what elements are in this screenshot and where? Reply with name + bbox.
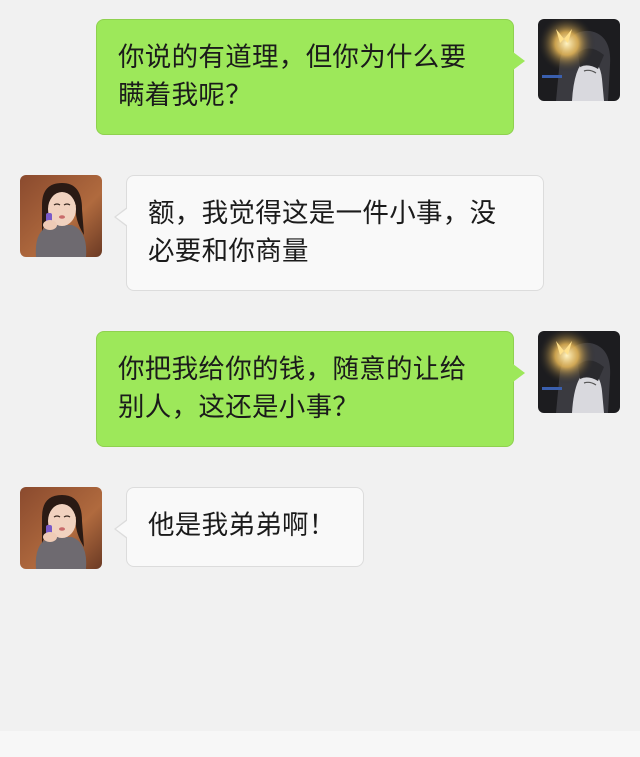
message-bubble-sent[interactable]: 你把我给你的钱，随意的让给别人，这还是小事？ [96, 331, 525, 447]
bottom-bar [0, 731, 640, 757]
self-avatar[interactable] [538, 19, 620, 101]
anime-girl-butterfly-avatar-image [538, 331, 620, 413]
chat-message-list[interactable]: 你说的有道理，但你为什么要瞒着我呢？ 额，我觉得这是一件小事，没必要和你商量 你… [0, 0, 640, 731]
contact-avatar[interactable] [20, 175, 102, 257]
self-avatar[interactable] [538, 331, 620, 413]
woman-photo-avatar-image [20, 175, 102, 257]
woman-photo-avatar-image [20, 487, 102, 569]
message-bubble-received[interactable]: 他是我弟弟啊！ [114, 487, 364, 567]
contact-avatar[interactable] [20, 487, 102, 569]
message-bubble-received[interactable]: 额，我觉得这是一件小事，没必要和你商量 [114, 175, 544, 291]
message-bubble-sent[interactable]: 你说的有道理，但你为什么要瞒着我呢？ [96, 19, 525, 135]
anime-girl-butterfly-avatar-image [538, 19, 620, 101]
